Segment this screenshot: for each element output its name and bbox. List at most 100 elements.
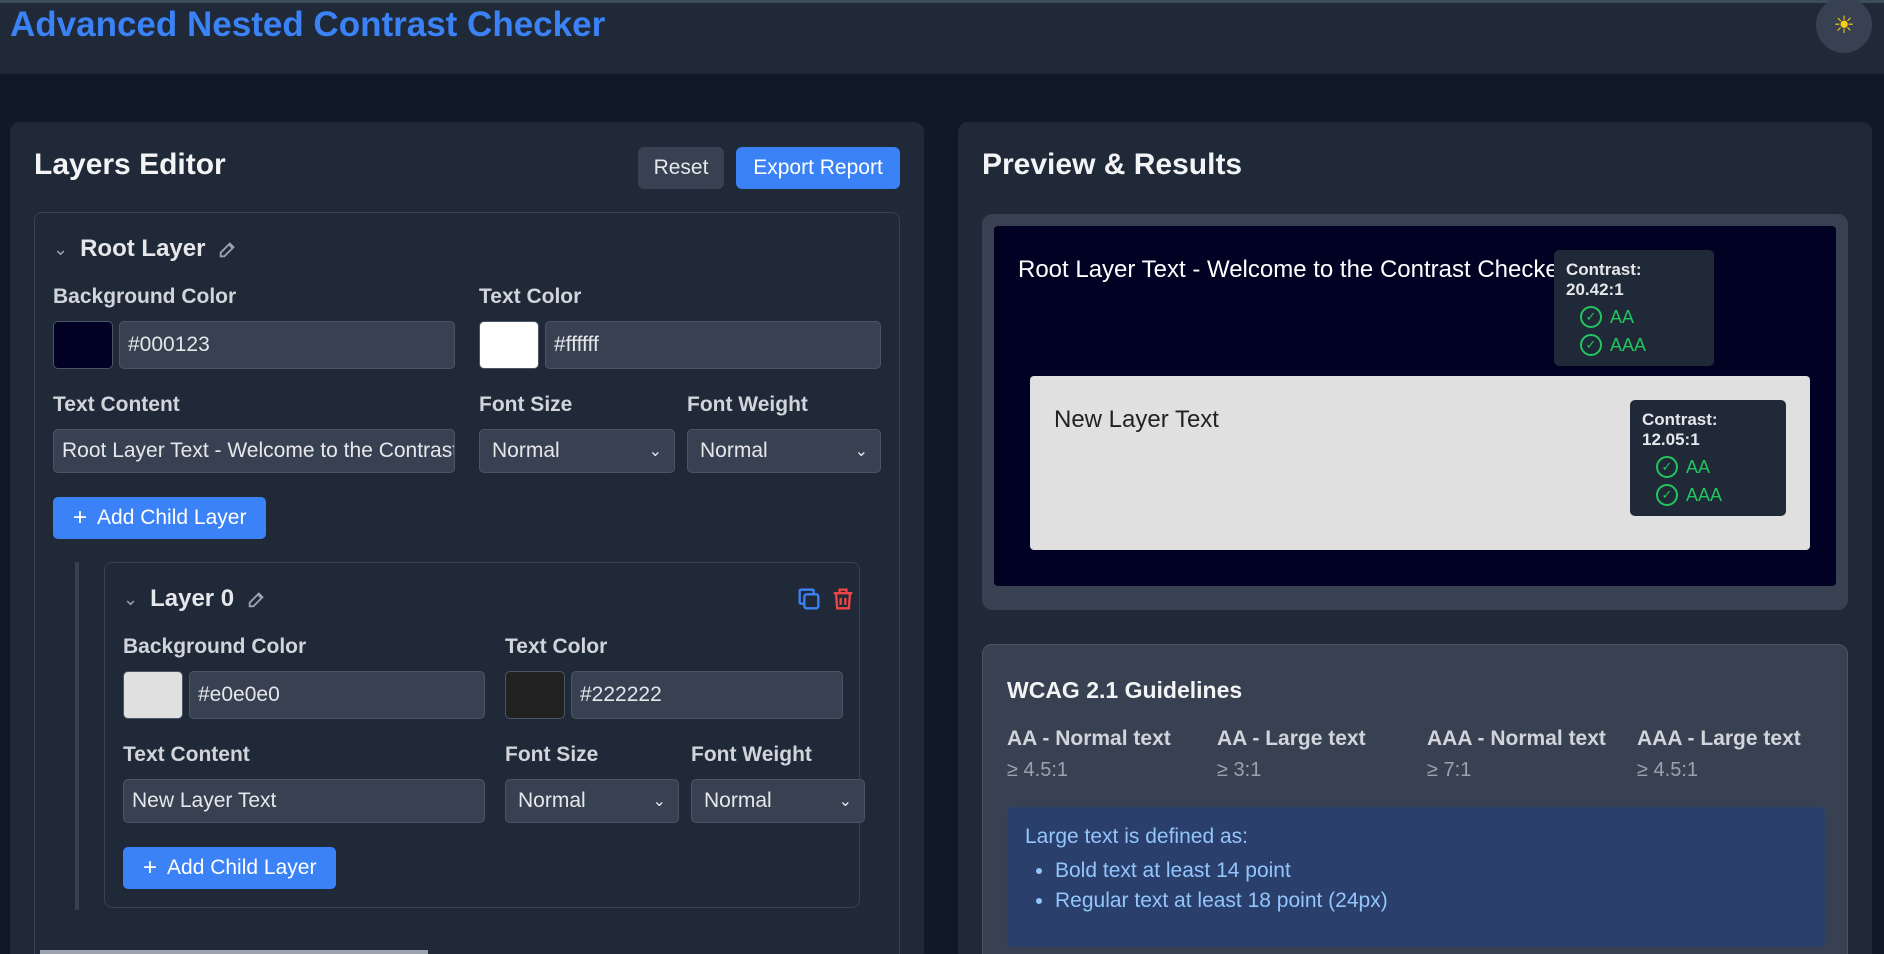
- text-content-input[interactable]: New Layer Text: [123, 779, 485, 823]
- text-content-input[interactable]: Root Layer Text - Welcome to the Contras…: [53, 429, 455, 473]
- chevron-down-icon[interactable]: ⌄: [123, 589, 138, 610]
- horizontal-scrollbar[interactable]: [40, 950, 428, 954]
- text-color-input[interactable]: #ffffff: [545, 321, 881, 369]
- font-size-label: Font Size: [505, 743, 599, 766]
- guideline-value: ≥ 4.5:1: [1007, 759, 1069, 781]
- text-color-swatch[interactable]: [479, 321, 539, 369]
- text-content-label: Text Content: [53, 393, 180, 416]
- chevron-down-icon[interactable]: ⌄: [53, 239, 68, 260]
- chevron-down-icon: ⌄: [854, 443, 868, 460]
- guideline-label: AAA - Large text: [1637, 727, 1801, 750]
- guideline-item: AA - Large text ≥ 3:1: [1217, 727, 1417, 782]
- guideline-value: ≥ 3:1: [1217, 759, 1262, 781]
- layer-name: Root Layer: [80, 235, 206, 262]
- contrast-badge: Contrast: 12.05:1 ✓ AA ✓ AAA: [1630, 400, 1786, 516]
- text-content-label: Text Content: [123, 743, 250, 766]
- bg-color-swatch[interactable]: [53, 321, 113, 369]
- font-weight-value: Normal: [704, 789, 772, 812]
- add-child-layer-button[interactable]: + Add Child Layer: [123, 847, 337, 889]
- large-text-note: Large text is defined as: Bold text at l…: [1007, 807, 1825, 947]
- font-size-value: Normal: [492, 439, 560, 462]
- preview-child-layer: New Layer Text Contrast: 12.05:1 ✓ AA ✓ AA…: [1030, 376, 1810, 550]
- check-circle-icon: ✓: [1580, 334, 1602, 356]
- note-list: Bold text at least 14 point Regular text…: [1025, 859, 1807, 913]
- preview-panel: Preview & Results Root Layer Text - Welc…: [958, 122, 1872, 954]
- preview-child-text: New Layer Text: [1054, 406, 1219, 433]
- bg-color-input[interactable]: #000123: [119, 321, 455, 369]
- aaa-label: AAA: [1610, 334, 1647, 355]
- list-item: Regular text at least 18 point (24px): [1055, 889, 1807, 913]
- font-size-select[interactable]: Normal ⌄: [479, 429, 675, 473]
- font-size-label: Font Size: [479, 393, 573, 416]
- plus-icon: +: [143, 854, 158, 881]
- bg-color-input[interactable]: #e0e0e0: [189, 671, 485, 719]
- add-child-label: Add Child Layer: [97, 506, 247, 529]
- guideline-value: ≥ 7:1: [1427, 759, 1472, 781]
- sun-icon[interactable]: ☀: [1816, 0, 1872, 53]
- check-circle-icon: ✓: [1656, 456, 1678, 478]
- chevron-down-icon: ⌄: [648, 443, 662, 460]
- export-report-button[interactable]: Export Report: [736, 147, 900, 189]
- duplicate-icon[interactable]: [795, 585, 823, 613]
- aa-label: AA: [1610, 306, 1635, 327]
- bg-color-label: Background Color: [123, 635, 307, 658]
- edit-icon[interactable]: [217, 238, 239, 260]
- text-color-label: Text Color: [505, 635, 608, 658]
- aa-pass: ✓ AA: [1566, 306, 1702, 328]
- list-item: Bold text at least 14 point: [1055, 859, 1807, 883]
- check-circle-icon: ✓: [1656, 484, 1678, 506]
- preview-frame: Root Layer Text - Welcome to the Contras…: [982, 214, 1848, 610]
- guideline-item: AAA - Large text ≥ 4.5:1: [1637, 727, 1837, 782]
- preview-root-layer: Root Layer Text - Welcome to the Contras…: [994, 226, 1836, 586]
- app-title: Advanced Nested Contrast Checker: [10, 5, 606, 44]
- bg-color-label: Background Color: [53, 285, 237, 308]
- aaa-label: AAA: [1686, 484, 1723, 505]
- guideline-label: AAA - Normal text: [1427, 727, 1606, 750]
- text-color-swatch[interactable]: [505, 671, 565, 719]
- chevron-down-icon: ⌄: [652, 793, 666, 810]
- top-bar: Advanced Nested Contrast Checker ☀: [0, 0, 1884, 74]
- font-weight-select[interactable]: Normal ⌄: [687, 429, 881, 473]
- guideline-item: AA - Normal text ≥ 4.5:1: [1007, 727, 1207, 782]
- wcag-guidelines-card: WCAG 2.1 Guidelines AA - Normal text ≥ 4…: [982, 644, 1848, 954]
- guideline-label: AA - Normal text: [1007, 727, 1171, 750]
- aa-pass: ✓ AA: [1642, 456, 1774, 478]
- nesting-line: [75, 562, 79, 910]
- font-size-value: Normal: [518, 789, 586, 812]
- panel-title: Layers Editor: [34, 148, 226, 181]
- guideline-item: AAA - Normal text ≥ 7:1: [1427, 727, 1627, 782]
- aaa-pass: ✓ AAA: [1642, 484, 1774, 506]
- font-weight-label: Font Weight: [691, 743, 812, 766]
- guideline-label: AA - Large text: [1217, 727, 1366, 750]
- layer-header: ⌄ Root Layer: [53, 235, 239, 263]
- text-color-label: Text Color: [479, 285, 582, 308]
- check-circle-icon: ✓: [1580, 306, 1602, 328]
- preview-root-text: Root Layer Text - Welcome to the Contras…: [1018, 256, 1567, 283]
- reset-button[interactable]: Reset: [638, 147, 724, 189]
- font-size-select[interactable]: Normal ⌄: [505, 779, 679, 823]
- aaa-pass: ✓ AAA: [1566, 334, 1702, 356]
- font-weight-select[interactable]: Normal ⌄: [691, 779, 865, 823]
- add-child-label: Add Child Layer: [167, 856, 317, 879]
- contrast-badge: Contrast: 20.42:1 ✓ AA ✓ AAA: [1554, 250, 1714, 366]
- edit-icon[interactable]: [246, 588, 268, 610]
- plus-icon: +: [73, 504, 88, 531]
- layer-header: ⌄ Layer 0: [123, 585, 268, 613]
- panel-title: Preview & Results: [982, 148, 1243, 181]
- trash-icon[interactable]: [829, 585, 857, 613]
- guideline-value: ≥ 4.5:1: [1637, 759, 1699, 781]
- wcag-title: WCAG 2.1 Guidelines: [1007, 677, 1243, 703]
- aa-label: AA: [1686, 456, 1711, 477]
- layer-name: Layer 0: [150, 585, 235, 612]
- note-heading: Large text is defined as:: [1025, 825, 1248, 848]
- font-weight-value: Normal: [700, 439, 768, 462]
- contrast-ratio: Contrast: 12.05:1: [1642, 410, 1718, 449]
- bg-color-swatch[interactable]: [123, 671, 183, 719]
- text-color-input[interactable]: #222222: [571, 671, 843, 719]
- font-weight-label: Font Weight: [687, 393, 808, 416]
- chevron-down-icon: ⌄: [838, 793, 852, 810]
- contrast-ratio: Contrast: 20.42:1: [1566, 260, 1642, 299]
- child-layer-card: ⌄ Layer 0 Background Color #e0e0e0 Text …: [104, 562, 865, 908]
- add-child-layer-button[interactable]: + Add Child Layer: [53, 497, 267, 539]
- layers-editor-panel: Layers Editor Reset Export Report ⌄ Root…: [10, 122, 924, 954]
